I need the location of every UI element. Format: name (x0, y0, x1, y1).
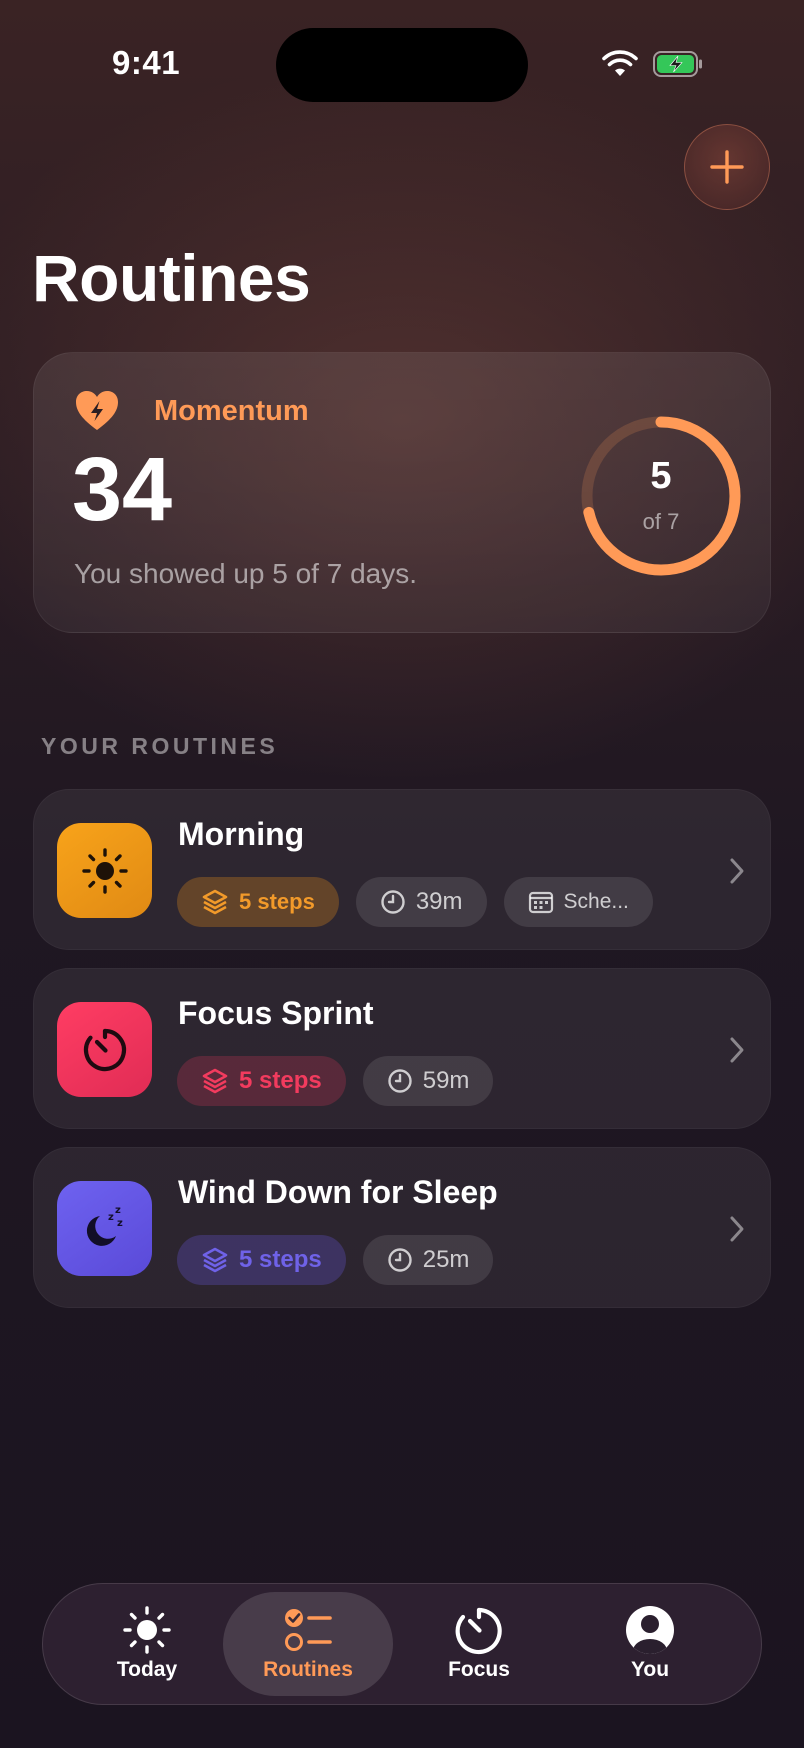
momentum-score: 34 (72, 440, 173, 540)
chevron-right-icon (730, 1037, 744, 1063)
chevron-right-icon (730, 858, 744, 884)
dynamic-island (276, 28, 528, 102)
momentum-label: Momentum (154, 395, 309, 427)
svg-text:z: z (115, 1205, 121, 1216)
chevron-right-icon (730, 1216, 744, 1242)
person-icon (626, 1606, 674, 1654)
schedule-chip: Sche... (503, 877, 653, 927)
routine-title: Wind Down for Sleep (178, 1174, 498, 1210)
routine-card-morning[interactable]: Morning 5 steps 39m Sche... (33, 789, 771, 950)
steps-count: 5 steps (239, 1067, 322, 1094)
timer-icon (455, 1607, 502, 1655)
timer-icon (83, 1028, 126, 1071)
schedule-value: Sche... (563, 890, 629, 913)
clock-icon (388, 1069, 412, 1093)
sun-icon (81, 847, 128, 894)
layers-icon (202, 1247, 228, 1273)
tab-label: Focus (448, 1658, 510, 1681)
routine-card-focus-sprint[interactable]: Focus Sprint 5 steps 59m (33, 968, 771, 1129)
layers-icon (202, 1068, 228, 1094)
tab-focus[interactable]: Focus (394, 1592, 564, 1696)
status-time: 9:41 (112, 44, 181, 81)
duration-chip: 59m (362, 1056, 494, 1106)
routine-title: Morning (178, 816, 305, 852)
add-routine-button[interactable] (684, 124, 770, 210)
momentum-summary: You showed up 5 of 7 days. (74, 558, 417, 589)
duration-chip: 39m (355, 877, 487, 927)
steps-chip: 5 steps (177, 1056, 346, 1106)
heart-bolt-icon (76, 391, 118, 430)
routine-icon-tile (57, 823, 152, 918)
tab-label: Today (116, 1658, 178, 1681)
svg-text:z: z (117, 1218, 123, 1229)
plus-icon (710, 150, 744, 184)
tab-label: Routines (263, 1658, 353, 1681)
ring-days-total: of 7 (642, 509, 680, 534)
routine-card-wind-down[interactable]: z z z Wind Down for Sleep 5 steps 25m (33, 1147, 771, 1308)
sun-icon (123, 1606, 171, 1654)
routine-icon-tile: z z z (57, 1181, 152, 1276)
duration-value: 39m (415, 888, 463, 915)
clock-icon (388, 1248, 412, 1272)
steps-count: 5 steps (239, 1246, 322, 1273)
tab-label: You (630, 1658, 670, 1681)
steps-chip: 5 steps (177, 1235, 346, 1285)
tab-bar: Today Routines Focus You (42, 1583, 762, 1705)
checklist-icon (285, 1609, 332, 1651)
steps-count: 5 steps (239, 889, 315, 914)
tab-today[interactable]: Today (62, 1592, 232, 1696)
duration-chip: 25m (362, 1235, 494, 1285)
svg-text:z: z (108, 1212, 114, 1223)
routine-icon-tile (57, 1002, 152, 1097)
wifi-icon (602, 50, 638, 76)
page-title: Routines (32, 241, 311, 315)
duration-value: 25m (422, 1246, 470, 1273)
section-header-routines: YOUR ROUTINES (41, 733, 279, 759)
clock-icon (381, 890, 405, 914)
ring-days-count: 5 (650, 455, 672, 497)
battery-icon (653, 51, 702, 77)
steps-chip: 5 steps (177, 877, 339, 927)
moon-zzz-icon: z z z (86, 1205, 123, 1246)
duration-value: 59m (422, 1067, 470, 1094)
routine-title: Focus Sprint (178, 995, 374, 1031)
tab-routines[interactable]: Routines (223, 1592, 393, 1696)
layers-icon (202, 889, 228, 915)
tab-you[interactable]: You (565, 1592, 735, 1696)
calendar-icon (528, 891, 553, 914)
momentum-card[interactable]: Momentum 34 You showed up 5 of 7 days. 5… (33, 352, 771, 633)
